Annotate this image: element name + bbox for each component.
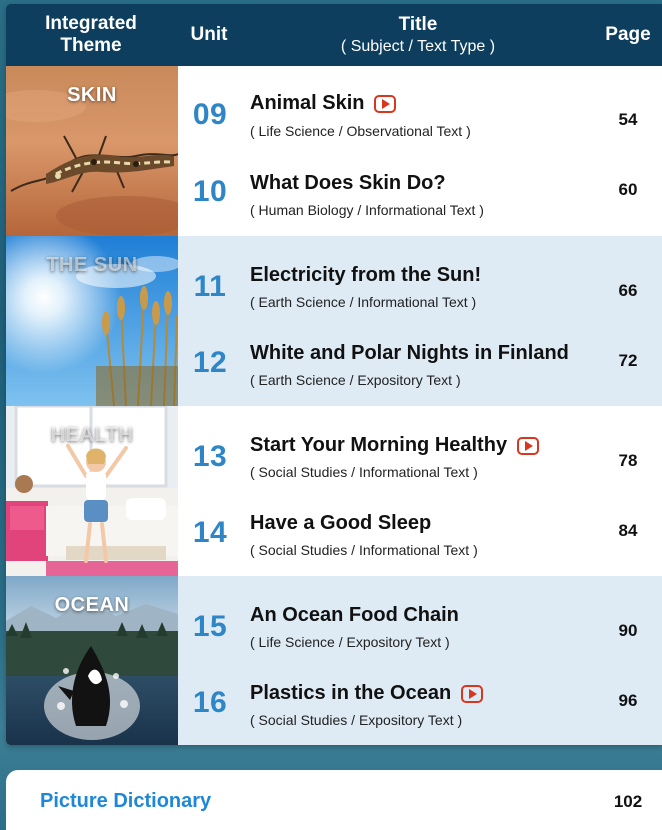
unit-page: 78 bbox=[618, 451, 638, 470]
unit-title-link[interactable]: Plastics in the Ocean bbox=[250, 682, 484, 705]
unit-subject: ( Social Studies / Informational Text ) bbox=[250, 464, 478, 480]
health-theme-image[interactable]: HEALTH bbox=[6, 406, 178, 576]
unit-title: Start Your Morning Healthy bbox=[250, 434, 508, 456]
unit-subject: ( Life Science / Expository Text ) bbox=[250, 634, 450, 650]
play-video-icon[interactable] bbox=[374, 94, 397, 113]
header-theme-line2: Theme bbox=[60, 35, 122, 56]
play-video-icon[interactable] bbox=[517, 436, 540, 455]
theme-label-skin: SKIN bbox=[67, 84, 117, 106]
skin-theme-image[interactable]: SKIN bbox=[6, 66, 178, 236]
unit-page: 96 bbox=[618, 691, 638, 710]
header-integrated-theme: Integrated Theme bbox=[6, 4, 176, 66]
unit-title-link[interactable]: Animal Skin bbox=[250, 92, 397, 115]
play-video-icon[interactable] bbox=[461, 684, 484, 703]
header-title-label: Title bbox=[398, 13, 438, 35]
unit-subject: ( Human Biology / Informational Text ) bbox=[250, 202, 484, 218]
header-page: Page bbox=[605, 24, 651, 46]
theme-label-the-sun: THE SUN bbox=[46, 254, 138, 276]
unit-number: 15 bbox=[192, 610, 228, 643]
unit-title: White and Polar Nights in Finland bbox=[250, 342, 569, 364]
unit-number: 13 bbox=[192, 440, 228, 473]
unit-title-link[interactable]: Start Your Morning Healthy bbox=[250, 434, 540, 457]
header-title-subtitle: ( Subject / Text Type ) bbox=[340, 37, 496, 55]
unit-subject: ( Life Science / Observational Text ) bbox=[250, 123, 471, 139]
unit-title-link[interactable]: Have a Good Sleep bbox=[250, 512, 431, 535]
theme-group-ocean: OCEAN 15 An Ocean Food Chain ( Life Scie… bbox=[6, 576, 662, 745]
the-sun-theme-image[interactable]: THE SUN bbox=[6, 236, 178, 406]
unit-title: Animal Skin bbox=[250, 92, 365, 114]
unit-number: 14 bbox=[192, 516, 228, 549]
unit-page: 84 bbox=[618, 521, 638, 540]
unit-title-link[interactable]: An Ocean Food Chain bbox=[250, 604, 459, 627]
unit-number: 16 bbox=[192, 686, 228, 719]
unit-number: 10 bbox=[192, 175, 228, 208]
unit-page: 72 bbox=[618, 351, 638, 370]
theme-group-the-sun: THE SUN 11 Electricity from the Sun! ( E… bbox=[6, 236, 662, 406]
table-of-contents: Integrated Theme Unit Title ( Subject / … bbox=[6, 4, 662, 745]
unit-page: 60 bbox=[618, 180, 638, 199]
theme-label-health: HEALTH bbox=[50, 424, 134, 446]
unit-number: 11 bbox=[193, 270, 227, 303]
picture-dictionary-page: 102 bbox=[613, 792, 643, 811]
header-theme-line1: Integrated bbox=[45, 13, 137, 35]
unit-title-link[interactable]: Electricity from the Sun! bbox=[250, 264, 481, 287]
unit-title: Electricity from the Sun! bbox=[250, 264, 482, 286]
unit-page: 54 bbox=[618, 110, 638, 129]
unit-subject: ( Social Studies / Expository Text ) bbox=[250, 712, 463, 728]
unit-title: What Does Skin Do? bbox=[250, 172, 446, 194]
unit-title: Have a Good Sleep bbox=[250, 512, 432, 534]
unit-number: 09 bbox=[192, 98, 228, 131]
theme-label-ocean: OCEAN bbox=[54, 594, 130, 616]
header-unit: Unit bbox=[190, 24, 228, 46]
theme-group-skin: SKIN 09 Animal Skin ( Life Science / Obs… bbox=[6, 66, 662, 236]
unit-number: 12 bbox=[192, 346, 228, 379]
unit-page: 90 bbox=[618, 621, 638, 640]
picture-dictionary-link[interactable]: Picture Dictionary bbox=[40, 790, 211, 813]
ocean-theme-image[interactable]: OCEAN bbox=[6, 576, 178, 745]
unit-title-link[interactable]: White and Polar Nights in Finland bbox=[250, 342, 569, 365]
unit-subject: ( Social Studies / Informational Text ) bbox=[250, 542, 478, 558]
picture-dictionary-row[interactable]: Picture Dictionary 102 bbox=[6, 770, 662, 830]
table-header: Integrated Theme Unit Title ( Subject / … bbox=[6, 4, 662, 66]
header-title: Title ( Subject / Text Type ) bbox=[242, 4, 594, 66]
unit-subject: ( Earth Science / Informational Text ) bbox=[250, 294, 477, 310]
theme-group-health: HEALTH 13 Start Your Morning Healthy ( S… bbox=[6, 406, 662, 576]
unit-subject: ( Earth Science / Expository Text ) bbox=[250, 372, 461, 388]
unit-page: 66 bbox=[618, 281, 638, 300]
unit-title: Plastics in the Ocean bbox=[250, 682, 452, 704]
unit-title-link[interactable]: What Does Skin Do? bbox=[250, 172, 446, 195]
unit-title: An Ocean Food Chain bbox=[250, 604, 459, 626]
